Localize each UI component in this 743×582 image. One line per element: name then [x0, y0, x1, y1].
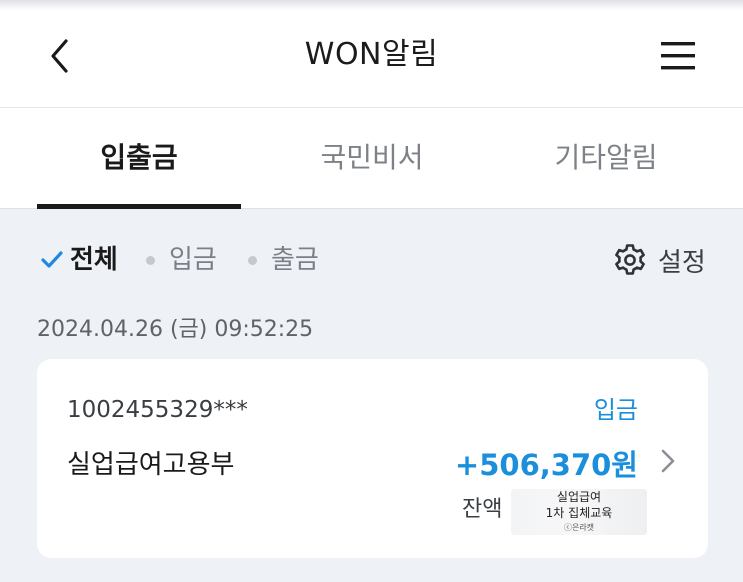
- transaction-description: 실업급여고용부: [67, 450, 235, 480]
- hamburger-menu-icon: [661, 42, 695, 70]
- status-shade: [0, 0, 743, 10]
- tab-other-alerts[interactable]: 기타알림: [504, 108, 708, 208]
- transaction-amount: +506,370원: [454, 448, 638, 482]
- bullet-dot-icon: [248, 255, 257, 265]
- filter-bar: 전체 입금 출금 설정: [0, 232, 743, 288]
- tab-bar: 입출금 국민비서 기타알림: [0, 108, 743, 209]
- chevron-right-icon: [661, 449, 675, 473]
- filter-all-label: 전체: [70, 245, 118, 275]
- account-number: 1002455329***: [67, 397, 248, 423]
- overlay-text-line: 1차 집체교육: [545, 506, 613, 520]
- top-app-bar: WON알림: [0, 0, 743, 108]
- gear-icon: [615, 244, 645, 275]
- transaction-type: 입금: [593, 396, 638, 424]
- notification-card[interactable]: 1002455329*** 입금 실업급여고용부 +506,370원 잔액 실업…: [37, 359, 708, 558]
- tab-national-secretary[interactable]: 국민비서: [270, 108, 474, 208]
- check-icon: [41, 251, 63, 268]
- active-tab-indicator: [37, 204, 241, 209]
- filter-withdrawal-label: 출금: [271, 245, 319, 275]
- filter-deposit[interactable]: 입금: [146, 240, 217, 280]
- balance-label: 잔액: [462, 497, 503, 522]
- filter-withdrawal[interactable]: 출금: [248, 240, 319, 280]
- overlay-text-line: 실업급여: [556, 490, 602, 504]
- overlay-watermark: ⓒ은라캣: [563, 523, 595, 532]
- settings-button[interactable]: 설정: [612, 240, 706, 280]
- settings-label: 설정: [658, 247, 706, 278]
- bullet-dot-icon: [146, 255, 155, 265]
- page-title: WON알림: [304, 37, 439, 72]
- filter-all[interactable]: 전체: [40, 240, 118, 280]
- balance-redaction-overlay: 실업급여 1차 집체교육 ⓒ은라캣: [511, 489, 647, 535]
- notification-timestamp: 2024.04.26 (금) 09:52:25: [37, 317, 314, 342]
- filter-deposit-label: 입금: [169, 245, 217, 275]
- menu-button[interactable]: [655, 38, 699, 74]
- tab-deposit-withdrawal[interactable]: 입출금: [37, 108, 241, 208]
